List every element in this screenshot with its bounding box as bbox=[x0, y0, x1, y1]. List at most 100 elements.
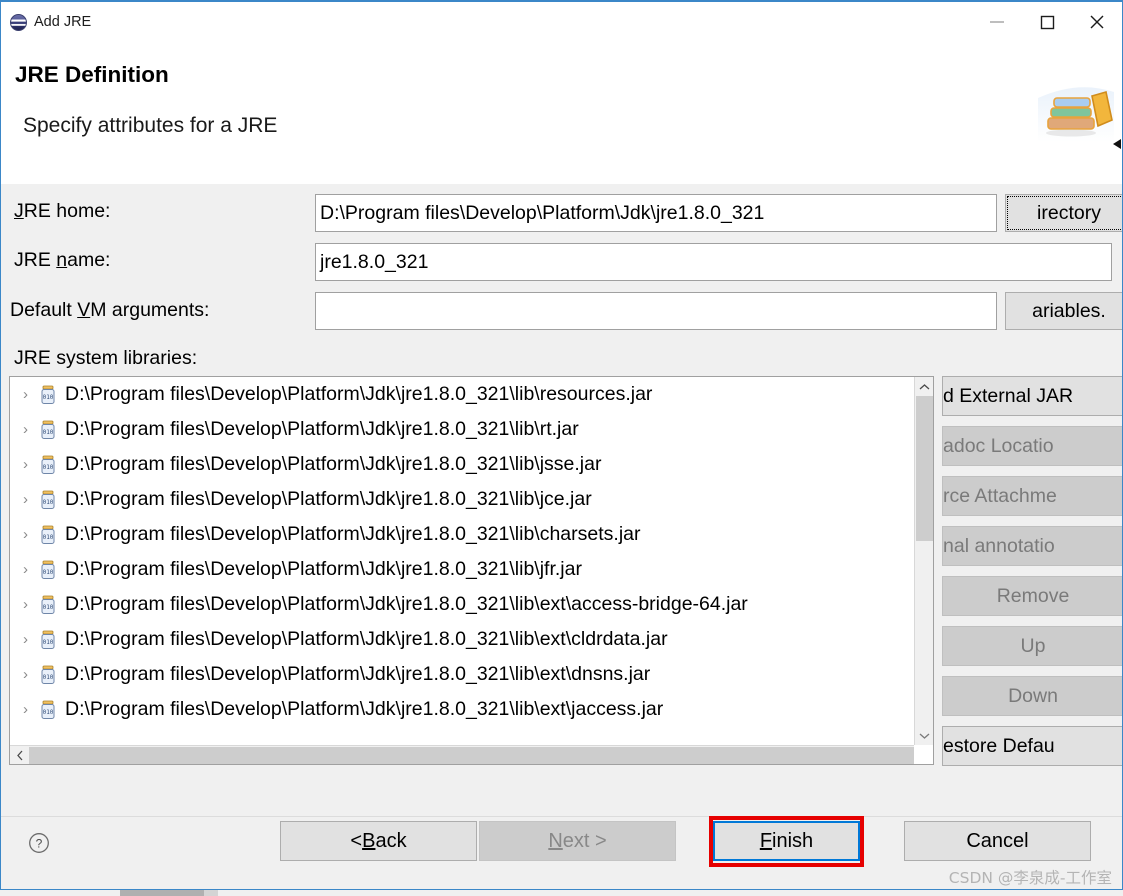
list-item[interactable]: › 010 D:\Program files\Develop\Platform\… bbox=[10, 622, 914, 657]
chevron-right-icon[interactable]: › bbox=[23, 631, 39, 648]
list-item[interactable]: › 010 D:\Program files\Develop\Platform\… bbox=[10, 517, 914, 552]
help-icon[interactable]: ? bbox=[28, 832, 50, 854]
title-bar-left: Add JRE bbox=[1, 13, 92, 31]
minimize-icon[interactable] bbox=[972, 2, 1022, 42]
svg-text:010: 010 bbox=[43, 639, 54, 646]
list-item-label: D:\Program files\Develop\Platform\Jdk\jr… bbox=[65, 628, 668, 650]
down-button[interactable]: Down bbox=[942, 676, 1122, 716]
chevron-left-icon[interactable] bbox=[10, 746, 29, 764]
vm-arguments-label: Default VM arguments: bbox=[10, 299, 210, 321]
chevron-right-icon[interactable]: › bbox=[23, 701, 39, 718]
svg-text:010: 010 bbox=[43, 394, 54, 401]
list-item[interactable]: › 010 D:\Program files\Develop\Platform\… bbox=[10, 587, 914, 622]
chevron-up-icon[interactable] bbox=[915, 377, 933, 396]
maximize-icon[interactable] bbox=[1022, 2, 1072, 42]
vertical-scrollbar-thumb[interactable] bbox=[916, 396, 933, 541]
jar-icon: 010 bbox=[41, 385, 55, 404]
horizontal-scrollbar-thumb[interactable] bbox=[29, 747, 914, 764]
vertical-scrollbar[interactable] bbox=[914, 377, 933, 745]
list-item-label: D:\Program files\Develop\Platform\Jdk\jr… bbox=[65, 418, 579, 440]
jar-icon: 010 bbox=[41, 560, 55, 579]
chevron-right-icon[interactable]: › bbox=[23, 491, 39, 508]
jar-icon: 010 bbox=[41, 665, 55, 684]
chevron-down-icon[interactable] bbox=[915, 726, 933, 745]
jre-name-label: JRE name: bbox=[14, 249, 111, 271]
variables-button[interactable]: ariables. bbox=[1005, 292, 1122, 330]
list-item-label: D:\Program files\Develop\Platform\Jdk\jr… bbox=[65, 663, 651, 685]
svg-text:010: 010 bbox=[43, 464, 54, 471]
dialog-body: JRE home: D:\Program files\Develop\Platf… bbox=[1, 184, 1122, 889]
title-bar: Add JRE bbox=[1, 2, 1122, 42]
jar-icon: 010 bbox=[41, 630, 55, 649]
restore-default-button[interactable]: estore Defau bbox=[942, 726, 1122, 766]
chevron-right-icon[interactable]: › bbox=[23, 386, 39, 403]
cancel-button[interactable]: Cancel bbox=[904, 821, 1091, 861]
horizontal-scrollbar[interactable] bbox=[10, 745, 914, 764]
source-attachment-button[interactable]: rce Attachme bbox=[942, 476, 1122, 516]
watermark: CSDN @李泉成-工作室 bbox=[948, 869, 1112, 887]
svg-text:010: 010 bbox=[43, 534, 54, 541]
svg-text:010: 010 bbox=[43, 499, 54, 506]
list-item[interactable]: › 010 D:\Program files\Develop\Platform\… bbox=[10, 377, 914, 412]
books-icon bbox=[1038, 87, 1114, 142]
jre-system-libraries-list[interactable]: › 010 D:\Program files\Develop\Platform\… bbox=[9, 376, 934, 765]
window-title: Add JRE bbox=[34, 14, 92, 30]
page-description: Specify attributes for a JRE bbox=[23, 114, 278, 137]
background-window-sliver bbox=[120, 890, 204, 896]
eclipse-icon bbox=[10, 13, 27, 31]
list-item-label: D:\Program files\Develop\Platform\Jdk\jr… bbox=[65, 698, 664, 720]
chevron-right-icon[interactable]: › bbox=[23, 666, 39, 683]
jar-icon: 010 bbox=[41, 525, 55, 544]
list-item-label: D:\Program files\Develop\Platform\Jdk\jr… bbox=[65, 593, 748, 615]
list-item[interactable]: › 010 D:\Program files\Develop\Platform\… bbox=[10, 657, 914, 692]
next-button[interactable]: Next > bbox=[479, 821, 676, 861]
jre-name-input[interactable]: jre1.8.0_321 bbox=[315, 243, 1112, 281]
dialog-header: JRE Definition Specify attributes for a … bbox=[1, 42, 1122, 224]
library-rows: › 010 D:\Program files\Develop\Platform\… bbox=[10, 377, 914, 727]
jre-home-label: JRE home: bbox=[14, 200, 111, 222]
chevron-right-icon[interactable]: › bbox=[23, 526, 39, 543]
close-icon[interactable] bbox=[1072, 2, 1122, 42]
jar-icon: 010 bbox=[41, 420, 55, 439]
jre-system-libraries-label: JRE system libraries: bbox=[14, 347, 198, 369]
list-item[interactable]: › 010 D:\Program files\Develop\Platform\… bbox=[10, 447, 914, 482]
svg-text:010: 010 bbox=[43, 709, 54, 716]
list-item-label: D:\Program files\Develop\Platform\Jdk\jr… bbox=[65, 453, 602, 475]
javadoc-location-button[interactable]: adoc Locatio bbox=[942, 426, 1122, 466]
chevron-right-icon[interactable]: › bbox=[23, 561, 39, 578]
add-external-jars-button[interactable]: d External JAR bbox=[942, 376, 1122, 416]
remove-button[interactable]: Remove bbox=[942, 576, 1122, 616]
list-item-label: D:\Program files\Develop\Platform\Jdk\jr… bbox=[65, 383, 653, 405]
jar-icon: 010 bbox=[41, 700, 55, 719]
footer-separator bbox=[1, 816, 1122, 817]
add-jre-dialog: Add JRE JRE Definition Specify attribute… bbox=[0, 0, 1123, 890]
window-controls bbox=[972, 2, 1122, 42]
page-title: JRE Definition bbox=[15, 62, 169, 87]
svg-text:010: 010 bbox=[43, 429, 54, 436]
directory-button[interactable]: irectory bbox=[1005, 194, 1122, 232]
chevron-right-icon[interactable]: › bbox=[23, 421, 39, 438]
svg-text:010: 010 bbox=[43, 569, 54, 576]
list-item-label: D:\Program files\Develop\Platform\Jdk\jr… bbox=[65, 558, 582, 580]
chevron-right-icon[interactable]: › bbox=[23, 596, 39, 613]
list-item-label: D:\Program files\Develop\Platform\Jdk\jr… bbox=[65, 523, 641, 545]
jar-icon: 010 bbox=[41, 595, 55, 614]
background-window-sliver-2 bbox=[204, 890, 218, 896]
finish-button[interactable]: Finish bbox=[713, 821, 860, 861]
external-annotations-button[interactable]: nal annotatio bbox=[942, 526, 1122, 566]
svg-text:010: 010 bbox=[43, 674, 54, 681]
jre-home-input[interactable]: D:\Program files\Develop\Platform\Jdk\jr… bbox=[315, 194, 997, 232]
svg-text:?: ? bbox=[36, 837, 43, 851]
vm-arguments-input[interactable] bbox=[315, 292, 997, 330]
chevron-right-icon[interactable]: › bbox=[23, 456, 39, 473]
back-button[interactable]: < Back bbox=[280, 821, 477, 861]
list-item[interactable]: › 010 D:\Program files\Develop\Platform\… bbox=[10, 482, 914, 517]
up-button[interactable]: Up bbox=[942, 626, 1122, 666]
jar-icon: 010 bbox=[41, 490, 55, 509]
list-item-label: D:\Program files\Develop\Platform\Jdk\jr… bbox=[65, 488, 592, 510]
list-item[interactable]: › 010 D:\Program files\Develop\Platform\… bbox=[10, 692, 914, 727]
list-item[interactable]: › 010 D:\Program files\Develop\Platform\… bbox=[10, 412, 914, 447]
edge-cursor-icon bbox=[1113, 139, 1121, 149]
jar-icon: 010 bbox=[41, 455, 55, 474]
list-item[interactable]: › 010 D:\Program files\Develop\Platform\… bbox=[10, 552, 914, 587]
